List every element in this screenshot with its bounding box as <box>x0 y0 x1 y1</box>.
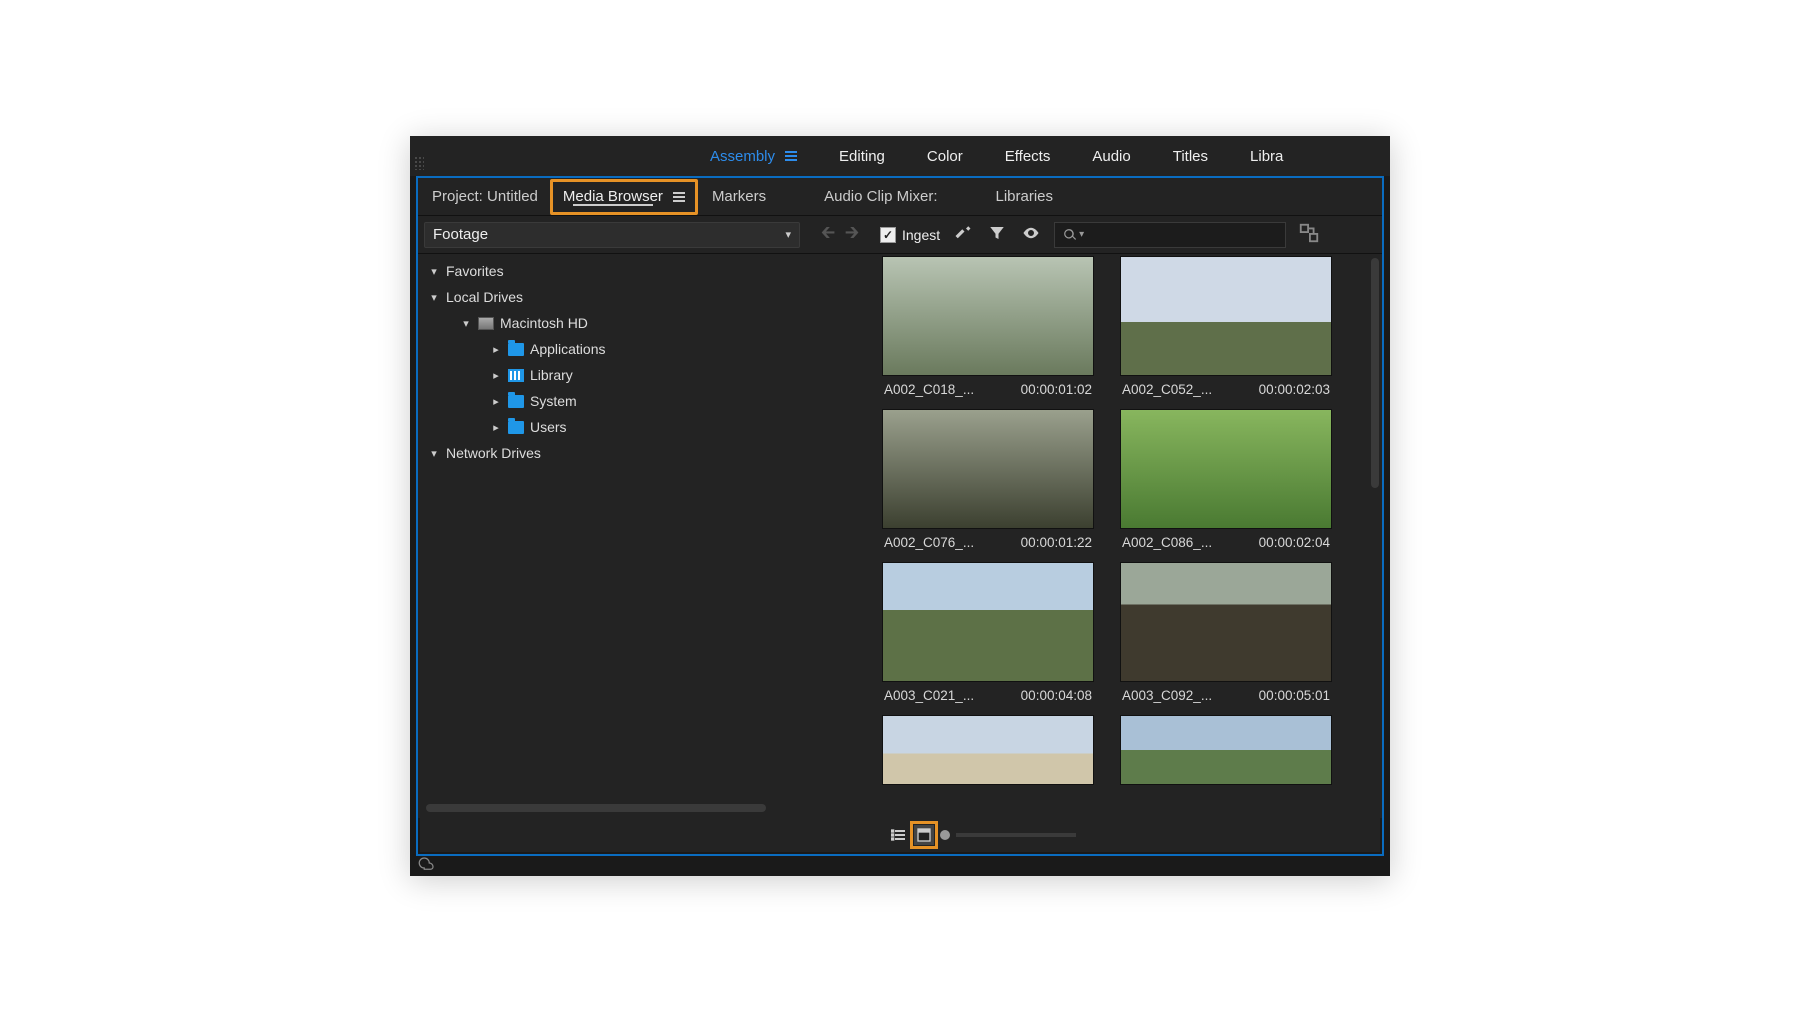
workspace-editing[interactable]: Editing <box>839 148 885 165</box>
clip-name: A002_C018_... <box>884 382 974 397</box>
tab-project[interactable]: Project: Untitled <box>418 178 552 215</box>
tree-system[interactable]: ▸ System <box>418 388 878 414</box>
tree-network-drives[interactable]: ▾ Network Drives <box>418 440 878 466</box>
folder-icon <box>508 421 524 434</box>
chevron-right-icon[interactable]: ▸ <box>490 395 502 408</box>
chevron-right-icon[interactable]: ▸ <box>490 343 502 356</box>
clip-thumbnail[interactable] <box>1120 409 1332 529</box>
eye-icon[interactable] <box>1022 224 1040 245</box>
panel-tabs: Project: Untitled Media Browser Markers … <box>418 178 1382 216</box>
chevron-down-icon[interactable]: ▾ <box>460 317 472 330</box>
chevron-down-icon[interactable]: ▾ <box>428 265 440 278</box>
bottom-toolbar <box>420 818 1380 852</box>
thumbnail-view-button[interactable] <box>914 825 934 845</box>
search-input[interactable]: ▾ <box>1054 222 1286 248</box>
tree-macintosh-hd[interactable]: ▾ Macintosh HD <box>418 310 878 336</box>
tab-libraries[interactable]: Libraries <box>981 178 1067 215</box>
folder-icon <box>508 395 524 408</box>
clip-timecode: 00:00:05:01 <box>1259 688 1330 703</box>
clip-thumbnail[interactable] <box>1120 715 1332 785</box>
clip-name: A003_C092_... <box>1122 688 1212 703</box>
clip-item[interactable]: A003_C021_... 00:00:04:08 <box>882 562 1094 705</box>
workspace-menu-icon[interactable] <box>785 151 797 161</box>
clip-thumbnail[interactable] <box>1120 256 1332 376</box>
zoom-knob[interactable] <box>940 830 950 840</box>
workspace-libraries[interactable]: Libra <box>1250 148 1283 165</box>
tree-favorites[interactable]: ▾ Favorites <box>418 258 878 284</box>
tab-media-browser[interactable]: Media Browser <box>563 182 663 212</box>
clip-item[interactable] <box>882 715 1094 785</box>
chevron-down-icon[interactable]: ▾ <box>428 291 440 304</box>
media-browser-toolbar: Footage ▾ 🡰 🡲 ✓ Ingest ▾ <box>418 216 1382 254</box>
wrench-icon[interactable] <box>954 224 972 245</box>
workspace-color[interactable]: Color <box>927 148 963 165</box>
clip-thumbnail[interactable] <box>1120 562 1332 682</box>
scrollbar-thumb[interactable] <box>1371 258 1379 488</box>
clip-item[interactable]: A003_C092_... 00:00:05:01 <box>1120 562 1332 705</box>
clip-thumbnail[interactable] <box>882 256 1094 376</box>
vertical-scrollbar[interactable] <box>1370 258 1380 814</box>
clip-name: A002_C052_... <box>1122 382 1212 397</box>
clip-timecode: 00:00:02:03 <box>1259 382 1330 397</box>
nav-arrows: 🡰 🡲 <box>818 225 862 245</box>
tab-audio-clip-mixer[interactable]: Audio Clip Mixer: <box>810 178 951 215</box>
workspace-label: Assembly <box>710 148 775 165</box>
clip-name: A002_C086_... <box>1122 535 1212 550</box>
chevron-down-icon: ▾ <box>785 228 791 241</box>
workspace-assembly[interactable]: Assembly <box>710 148 797 165</box>
creative-cloud-icon <box>418 856 438 874</box>
chevron-right-icon[interactable]: ▸ <box>490 369 502 382</box>
zoom-track[interactable] <box>956 833 1076 837</box>
clip-timecode: 00:00:04:08 <box>1021 688 1092 703</box>
zoom-slider[interactable] <box>944 830 1076 840</box>
chevron-down-icon: ▾ <box>1079 229 1084 240</box>
tree-applications[interactable]: ▸ Applications <box>418 336 878 362</box>
tree-library[interactable]: ▸ Library <box>418 362 878 388</box>
ingest-label: Ingest <box>902 227 940 243</box>
clip-thumbnail[interactable] <box>882 562 1094 682</box>
clip-thumbnail[interactable] <box>882 715 1094 785</box>
ingest-toggle[interactable]: ✓ Ingest <box>880 227 940 243</box>
clip-name: A002_C076_... <box>884 535 974 550</box>
list-view-button[interactable] <box>888 825 908 845</box>
workspace-titles[interactable]: Titles <box>1173 148 1208 165</box>
folder-icon <box>508 343 524 356</box>
path-label: Footage <box>433 226 488 243</box>
workspace-effects[interactable]: Effects <box>1005 148 1051 165</box>
workspace-bar: Assembly Editing Color Effects Audio Tit… <box>410 136 1390 176</box>
clip-timecode: 00:00:02:04 <box>1259 535 1330 550</box>
path-dropdown[interactable]: Footage ▾ <box>424 222 800 248</box>
window-grip[interactable] <box>414 156 424 170</box>
clip-timecode: 00:00:01:22 <box>1021 535 1092 550</box>
panel-menu-icon[interactable] <box>673 192 685 202</box>
clip-item[interactable]: A002_C018_... 00:00:01:02 <box>882 256 1094 399</box>
tree-local-drives[interactable]: ▾ Local Drives <box>418 284 878 310</box>
workspace-audio[interactable]: Audio <box>1092 148 1130 165</box>
ingest-checkbox[interactable]: ✓ <box>880 227 896 243</box>
link-panel-icon[interactable] <box>1298 222 1320 247</box>
tree-users[interactable]: ▸ Users <box>418 414 878 440</box>
filter-icon[interactable] <box>988 224 1006 245</box>
clip-grid: A002_C018_... 00:00:01:02 A002_C052_... 00… <box>878 254 1382 787</box>
clip-item[interactable] <box>1120 715 1332 785</box>
chevron-right-icon[interactable]: ▸ <box>490 421 502 434</box>
drive-icon <box>478 317 494 330</box>
clip-item[interactable]: A002_C052_... 00:00:02:03 <box>1120 256 1332 399</box>
nav-forward-button[interactable]: 🡲 <box>842 225 862 245</box>
clip-item[interactable]: A002_C076_... 00:00:01:22 <box>882 409 1094 552</box>
search-icon <box>1063 228 1077 242</box>
panel-outline: Project: Untitled Media Browser Markers … <box>416 176 1384 856</box>
clip-thumbnail[interactable] <box>882 409 1094 529</box>
clip-item[interactable]: A002_C086_... 00:00:02:04 <box>1120 409 1332 552</box>
clip-name: A003_C021_... <box>884 688 974 703</box>
clip-timecode: 00:00:01:02 <box>1021 382 1092 397</box>
highlight-thumbnail-view <box>910 821 938 849</box>
tab-markers[interactable]: Markers <box>698 178 780 215</box>
nav-back-button[interactable]: 🡰 <box>818 225 838 245</box>
horizontal-scrollbar[interactable] <box>426 804 766 812</box>
library-icon <box>508 369 524 382</box>
chevron-down-icon[interactable]: ▾ <box>428 447 440 460</box>
folder-tree: ▾ Favorites ▾ Local Drives ▾ Macintosh H… <box>418 254 878 818</box>
highlight-media-browser: Media Browser <box>550 179 698 215</box>
